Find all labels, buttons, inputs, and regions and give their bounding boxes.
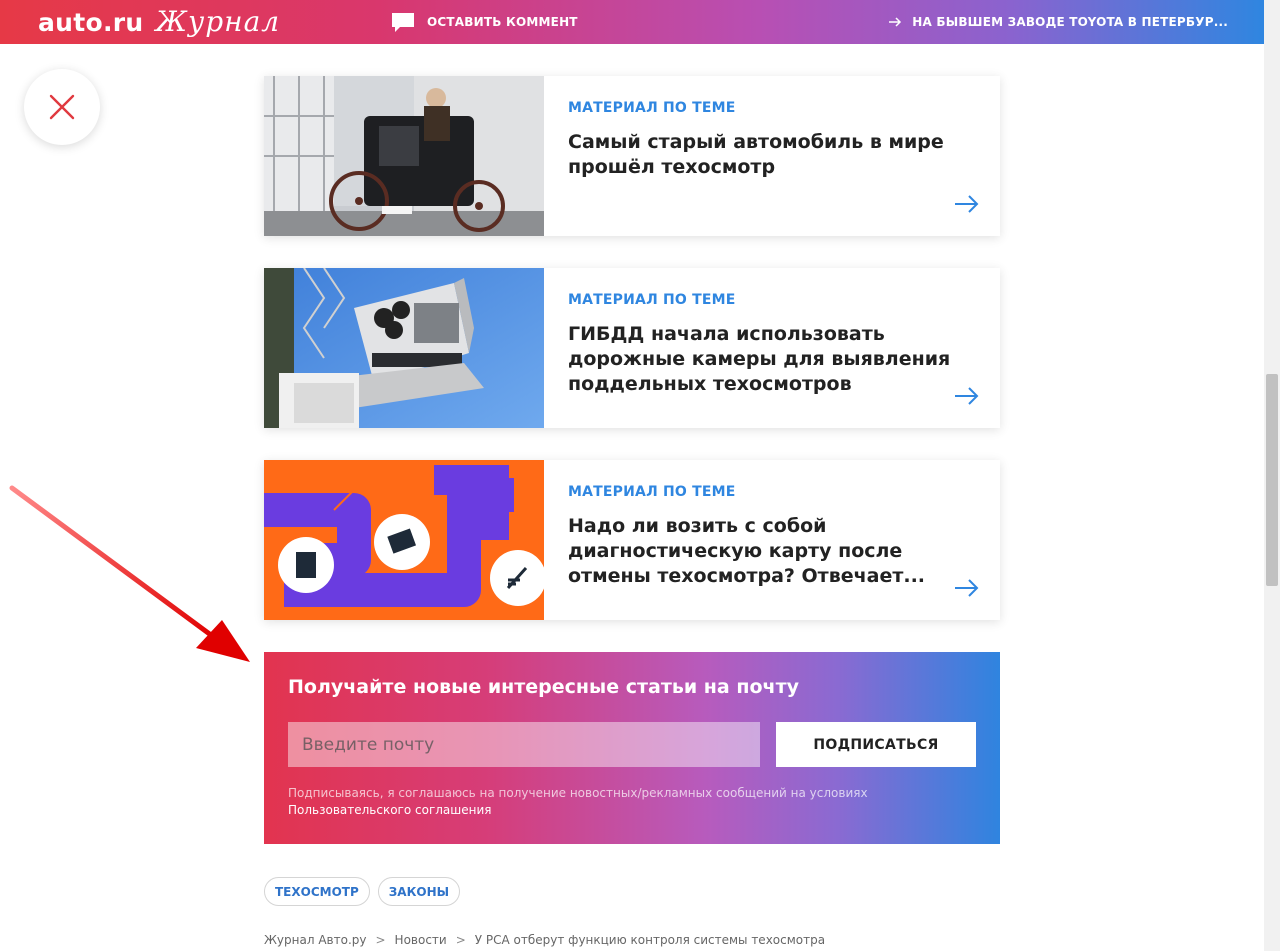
card-kicker: МАТЕРИАЛ ПО ТЕМЕ <box>568 292 736 308</box>
subscribe-form: ПОДПИСАТЬСЯ <box>288 722 976 767</box>
annotation-arrow-icon <box>9 485 250 662</box>
related-article-card[interactable]: МАТЕРИАЛ ПО ТЕМЕ Надо ли возить с собой … <box>264 460 1000 620</box>
card-body: МАТЕРИАЛ ПО ТЕМЕ Надо ли возить с собой … <box>544 460 1000 620</box>
breadcrumb-separator: > <box>375 933 386 947</box>
site-header: auto.ru Журнал ОСТАВИТЬ КОММЕНТ НА БЫВШЕ… <box>0 0 1264 44</box>
newsletter-subscribe: Получайте новые интересные статьи на поч… <box>264 652 1000 844</box>
traffic-camera-photo <box>264 268 544 428</box>
email-input[interactable] <box>288 722 760 767</box>
user-agreement-link[interactable]: Пользовательского соглашения <box>288 802 976 819</box>
next-article-link[interactable]: НА БЫВШЕМ ЗАВОДЕ TOYOTA В ПЕТЕРБУР... <box>889 0 1228 44</box>
next-article-label: НА БЫВШЕМ ЗАВОДЕ TOYOTA В ПЕТЕРБУР... <box>912 15 1228 29</box>
card-title: ГИБДД начала использовать дорожные камер… <box>568 323 951 395</box>
leave-comment-button[interactable]: ОСТАВИТЬ КОММЕНТ <box>391 0 578 44</box>
breadcrumb-item-journal[interactable]: Журнал Авто.ру <box>264 933 366 947</box>
arrow-right-icon <box>889 17 902 27</box>
card-kicker: МАТЕРИАЛ ПО ТЕМЕ <box>568 484 736 500</box>
leave-comment-label: ОСТАВИТЬ КОММЕНТ <box>427 15 578 29</box>
close-icon <box>49 94 75 120</box>
breadcrumb-item-current: У РСА отберут функцию контроля системы т… <box>474 933 826 947</box>
old-car-photo <box>264 76 544 236</box>
arrow-right-icon <box>954 386 980 410</box>
page-scrollbar[interactable] <box>1264 0 1280 951</box>
comment-icon <box>391 12 415 32</box>
close-button[interactable] <box>24 69 100 145</box>
subscribe-button[interactable]: ПОДПИСАТЬСЯ <box>776 722 976 767</box>
logo-auto-text: auto.ru <box>38 8 144 37</box>
subscribe-note-text: Подписываясь, я соглашаюсь на получение … <box>288 786 868 800</box>
article-tags: ТЕХОСМОТР ЗАКОНЫ <box>264 877 468 906</box>
subscribe-title: Получайте новые интересные статьи на поч… <box>288 676 799 698</box>
card-title: Самый старый автомобиль в мире прошёл те… <box>568 131 944 178</box>
related-article-card[interactable]: МАТЕРИАЛ ПО ТЕМЕ ГИБДД начала использова… <box>264 268 1000 428</box>
tag-tekhosmotr[interactable]: ТЕХОСМОТР <box>264 877 370 906</box>
breadcrumb-item-news[interactable]: Новости <box>395 933 447 947</box>
arrow-right-icon <box>954 194 980 218</box>
scrollbar-thumb[interactable] <box>1266 374 1278 586</box>
breadcrumb: Журнал Авто.ру > Новости > У РСА отберут… <box>264 933 825 947</box>
card-body: МАТЕРИАЛ ПО ТЕМЕ ГИБДД начала использова… <box>544 268 1000 428</box>
tag-zakony[interactable]: ЗАКОНЫ <box>377 877 461 906</box>
related-article-card[interactable]: МАТЕРИАЛ ПО ТЕМЕ Самый старый автомобиль… <box>264 76 1000 236</box>
card-title: Надо ли возить с собой диагностическую к… <box>568 515 926 587</box>
logo-journal-text: Журнал <box>155 5 281 38</box>
illustration-documents <box>264 460 544 620</box>
breadcrumb-separator: > <box>455 933 466 947</box>
site-logo[interactable]: auto.ru Журнал <box>38 5 280 38</box>
card-kicker: МАТЕРИАЛ ПО ТЕМЕ <box>568 100 736 116</box>
subscribe-note: Подписываясь, я соглашаюсь на получение … <box>288 785 976 819</box>
arrow-right-icon <box>954 578 980 602</box>
card-body: МАТЕРИАЛ ПО ТЕМЕ Самый старый автомобиль… <box>544 76 1000 236</box>
